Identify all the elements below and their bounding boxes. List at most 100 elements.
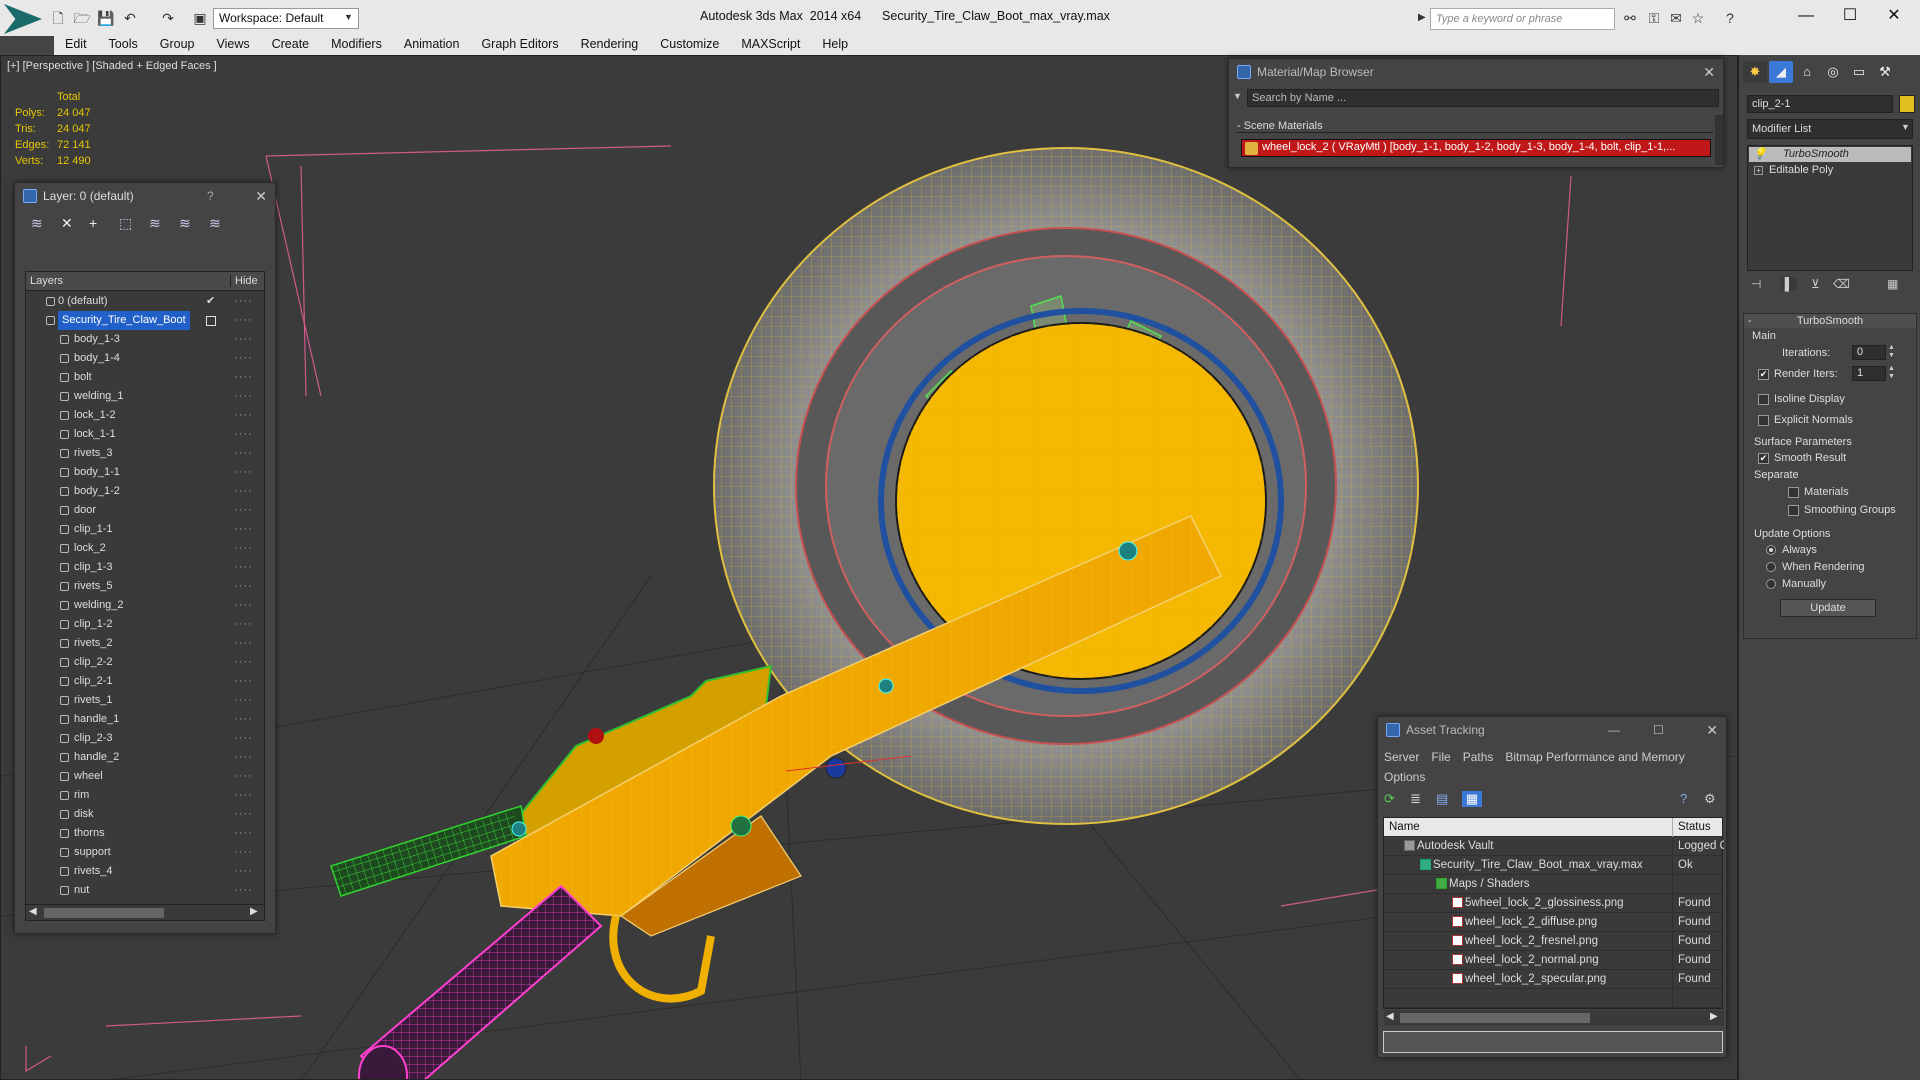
bulb-icon[interactable]: 💡 bbox=[1753, 147, 1767, 162]
create-layer-icon[interactable]: ≋ bbox=[31, 215, 43, 232]
layer-help-button[interactable]: ? bbox=[207, 183, 214, 209]
modifier-editable-poly[interactable]: + Editable Poly bbox=[1749, 163, 1911, 178]
layer-row[interactable]: welding_1 ···· bbox=[26, 387, 264, 406]
rollout-header[interactable]: - TurboSmooth bbox=[1744, 314, 1916, 328]
hierarchy-tab-icon[interactable]: ⌂ bbox=[1795, 61, 1819, 83]
communication-icon[interactable]: ✉ bbox=[1666, 8, 1686, 28]
hide-toggle-icon[interactable]: ···· bbox=[234, 634, 253, 653]
layer-panel-header[interactable]: Layer: 0 (default) ? ✕ bbox=[15, 183, 275, 209]
layer-row[interactable]: door ···· bbox=[26, 501, 264, 520]
hide-toggle-icon[interactable]: ···· bbox=[234, 805, 253, 824]
menu-views[interactable]: Views bbox=[205, 33, 260, 55]
expand-icon[interactable]: + bbox=[1754, 166, 1763, 175]
layer-row[interactable]: lock_1-1 ···· bbox=[26, 425, 264, 444]
add-to-layer-icon[interactable]: + bbox=[89, 215, 97, 231]
material-browser-close-icon[interactable]: ✕ bbox=[1703, 59, 1715, 85]
scroll-right-icon[interactable]: ▶ bbox=[250, 906, 258, 917]
hide-toggle-icon[interactable]: ···· bbox=[234, 729, 253, 748]
hide-toggle-icon[interactable]: ···· bbox=[234, 501, 253, 520]
hide-toggle-icon[interactable]: ···· bbox=[234, 615, 253, 634]
current-layer-checkbox[interactable] bbox=[206, 316, 216, 326]
asset-menu-server[interactable]: Server bbox=[1384, 750, 1419, 764]
save-file-icon[interactable]: 💾 bbox=[96, 8, 116, 28]
configure-sets-icon[interactable]: ▦ bbox=[1887, 277, 1898, 291]
menu-animation[interactable]: Animation bbox=[393, 33, 471, 55]
workspace-dropdown[interactable]: Workspace: Default bbox=[213, 8, 359, 29]
asset-row[interactable]: wheel_lock_2_diffuse.png Found bbox=[1384, 913, 1722, 932]
hide-toggle-icon[interactable]: ···· bbox=[234, 520, 253, 539]
hide-toggle-icon[interactable]: ···· bbox=[234, 881, 253, 900]
hide-toggle-icon[interactable]: ···· bbox=[234, 406, 253, 425]
favorites-star-icon[interactable]: ☆ bbox=[1688, 8, 1708, 28]
layer-row[interactable]: body_1-1 ···· bbox=[26, 463, 264, 482]
hide-toggle-icon[interactable]: ···· bbox=[234, 368, 253, 387]
layer-row[interactable]: body_1-4 ···· bbox=[26, 349, 264, 368]
project-folder-icon[interactable]: ▣ bbox=[190, 8, 210, 28]
app-logo-icon[interactable] bbox=[4, 4, 42, 34]
material-browser-header[interactable]: Material/Map Browser ✕ bbox=[1229, 59, 1723, 85]
menu-modifiers[interactable]: Modifiers bbox=[320, 33, 393, 55]
redo-icon[interactable]: ↷ bbox=[158, 8, 178, 28]
col-status[interactable]: Status bbox=[1672, 818, 1724, 837]
remove-modifier-icon[interactable]: ⌫ bbox=[1833, 277, 1850, 291]
hide-toggle-icon[interactable]: ···· bbox=[234, 653, 253, 672]
hide-toggle-icon[interactable]: ···· bbox=[234, 577, 253, 596]
material-search-input[interactable]: Search by Name ... bbox=[1247, 89, 1719, 107]
hide-toggle-icon[interactable]: ···· bbox=[234, 387, 253, 406]
asset-row[interactable]: wheel_lock_2_fresnel.png Found bbox=[1384, 932, 1722, 951]
layer-row[interactable]: disk ···· bbox=[26, 805, 264, 824]
binoculars-icon[interactable]: ⚯ bbox=[1620, 8, 1640, 28]
layer-row[interactable]: clip_1-3 ···· bbox=[26, 558, 264, 577]
asset-maximize-button[interactable]: ☐ bbox=[1653, 717, 1664, 743]
search-expand-icon[interactable]: ▶ bbox=[1418, 12, 1426, 23]
hide-toggle-icon[interactable]: ···· bbox=[234, 824, 253, 843]
col-layers[interactable]: Layers bbox=[30, 275, 63, 287]
thumbnail-view-icon[interactable]: ▤ bbox=[1436, 791, 1448, 807]
modifier-turbosmooth[interactable]: 💡 TurboSmooth bbox=[1749, 147, 1911, 162]
layer-row[interactable]: Security_Tire_Claw_Boot ···· bbox=[26, 311, 264, 330]
hide-toggle-icon[interactable]: ···· bbox=[234, 292, 253, 311]
layer-row[interactable]: ✔ 0 (default) ···· bbox=[26, 292, 264, 311]
subscription-icon[interactable]: ⚿ bbox=[1644, 8, 1664, 28]
material-entry[interactable]: wheel_lock_2 ( VRayMtl ) [body_1-1, body… bbox=[1241, 139, 1711, 157]
hide-toggle-icon[interactable]: ···· bbox=[234, 539, 253, 558]
layer-hscrollbar[interactable]: ◀ ▶ bbox=[26, 904, 264, 920]
layer-row[interactable]: bolt ···· bbox=[26, 368, 264, 387]
when-rendering-radio[interactable] bbox=[1766, 562, 1776, 572]
menu-tools[interactable]: Tools bbox=[98, 33, 149, 55]
materials-checkbox[interactable] bbox=[1788, 487, 1799, 498]
hide-toggle-icon[interactable]: ···· bbox=[234, 330, 253, 349]
asset-help-icon[interactable]: ? bbox=[1680, 791, 1687, 806]
new-file-icon[interactable]: 🗋 bbox=[48, 8, 68, 28]
delete-layer-icon[interactable]: ✕ bbox=[61, 215, 73, 232]
scene-materials-section[interactable]: - Scene Materials bbox=[1237, 120, 1713, 133]
hide-toggle-icon[interactable]: ···· bbox=[234, 463, 253, 482]
maximize-button[interactable]: ☐ bbox=[1830, 4, 1870, 28]
menu-group[interactable]: Group bbox=[149, 33, 206, 55]
list-view-icon[interactable]: ≣ bbox=[1410, 791, 1421, 807]
asset-row[interactable]: Maps / Shaders bbox=[1384, 875, 1722, 894]
hide-toggle-icon[interactable]: ···· bbox=[234, 672, 253, 691]
modify-tab-icon[interactable]: ◢ bbox=[1769, 61, 1793, 83]
freeze-all-icon[interactable]: ≋ bbox=[209, 215, 221, 232]
refresh-icon[interactable]: ⟳ bbox=[1384, 791, 1395, 807]
spinner-arrows-icon[interactable]: ▲ ▼ bbox=[1888, 344, 1895, 360]
search-input[interactable]: Type a keyword or phrase bbox=[1430, 8, 1615, 30]
iterations-spinner[interactable]: 0 bbox=[1852, 345, 1886, 360]
hide-toggle-icon[interactable]: ···· bbox=[234, 748, 253, 767]
modifier-list-dropdown[interactable]: Modifier List bbox=[1747, 119, 1913, 139]
layer-row[interactable]: clip_2-3 ···· bbox=[26, 729, 264, 748]
make-unique-icon[interactable]: ⊻ bbox=[1811, 277, 1820, 291]
motion-tab-icon[interactable]: ◎ bbox=[1821, 61, 1845, 83]
menu-help[interactable]: Help bbox=[811, 33, 859, 55]
highlight-layer-icon[interactable]: ≋ bbox=[149, 215, 161, 232]
hide-toggle-icon[interactable]: ···· bbox=[234, 482, 253, 501]
utilities-tab-icon[interactable]: ⚒ bbox=[1873, 61, 1897, 83]
menu-rendering[interactable]: Rendering bbox=[570, 33, 650, 55]
minimize-button[interactable]: — bbox=[1786, 4, 1826, 28]
layer-row[interactable]: body_1-3 ···· bbox=[26, 330, 264, 349]
menu-customize[interactable]: Customize bbox=[649, 33, 730, 55]
spinner-arrows-icon[interactable]: ▲ ▼ bbox=[1888, 365, 1895, 381]
explicit-normals-checkbox[interactable] bbox=[1758, 415, 1769, 426]
asset-row[interactable]: wheel_lock_2_specular.png Found bbox=[1384, 970, 1722, 989]
